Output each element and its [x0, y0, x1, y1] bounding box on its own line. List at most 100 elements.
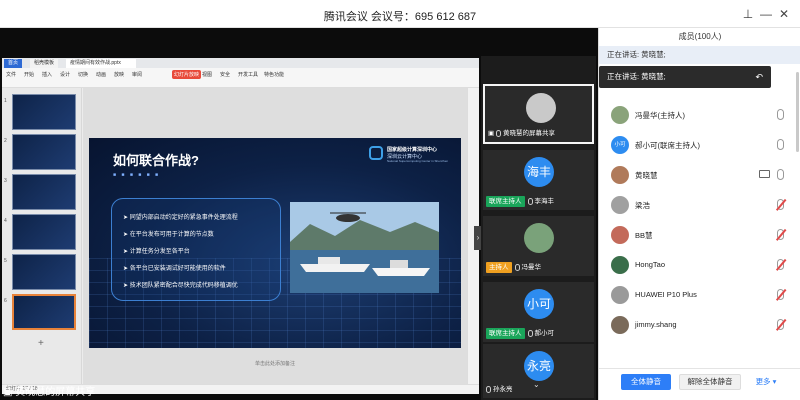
mic-muted-icon[interactable] [777, 199, 784, 210]
avatar: 小可 [524, 289, 554, 319]
avatar [611, 316, 629, 334]
thumb-number: 6 [4, 298, 7, 304]
menu-item-active[interactable]: 幻灯片放映 [172, 70, 202, 79]
tile-label: ▣ 黄晓慧的屏幕共享 [488, 129, 555, 137]
mic-muted-icon[interactable] [777, 319, 784, 330]
bullet-item: ➤ 在平台发布可用于计算的节点数 [123, 232, 214, 238]
mic-muted-icon[interactable] [777, 289, 784, 300]
member-row[interactable]: 小可 郝小可(联席主持人) [599, 132, 800, 158]
screen-share-icon: ▣ [3, 387, 13, 398]
notes-hint[interactable]: 单击此处添加备注 [83, 360, 467, 367]
chevron-down-icon[interactable]: ⌄ [533, 380, 540, 389]
avatar: 小可 [611, 136, 629, 154]
org-name: 国家超级计算深圳中心 [387, 147, 438, 153]
video-tile[interactable]: 海丰 联席主持人 李海丰 [483, 150, 594, 210]
close-icon[interactable]: ✕ [774, 4, 794, 24]
undo-icon[interactable]: ↶ [755, 66, 763, 88]
minimize-icon[interactable]: — [756, 4, 776, 24]
unmute-all-button[interactable]: 解除全体静音 [679, 374, 741, 390]
mic-muted-icon[interactable] [777, 229, 784, 240]
video-tile[interactable]: 小可 联席主持人 郝小可 [483, 282, 594, 342]
add-slide-icon[interactable]: + [38, 338, 44, 349]
menu-item[interactable]: 文件 [6, 71, 16, 78]
member-row[interactable]: HUAWEI P10 Plus [599, 282, 800, 308]
member-row[interactable]: 冯曼华(主持人) [599, 102, 800, 128]
role-badge: 主持人 [486, 262, 512, 273]
member-panel-title: 成员(100人) [678, 32, 722, 41]
avatar [611, 286, 629, 304]
member-row[interactable]: jimmy.shang [599, 312, 800, 338]
role-badge: 联席主持人 [486, 328, 525, 339]
member-panel-footer: 全体静音 解除全体静音 更多 ▾ [599, 368, 800, 400]
thumb-number: 1 [4, 98, 7, 104]
role-badge: 联席主持人 [486, 196, 525, 207]
mute-all-button[interactable]: 全体静音 [621, 374, 671, 390]
slide-thumbnail-selected[interactable] [12, 294, 76, 330]
menu-item[interactable]: 动画 [96, 71, 106, 78]
member-row[interactable]: HongTao [599, 252, 800, 278]
mic-icon[interactable] [777, 139, 784, 150]
ppt-tab[interactable]: 稻壳模板 [30, 59, 59, 68]
mic-icon[interactable] [777, 169, 784, 180]
ppt-tab[interactable]: 首页 [4, 59, 23, 68]
mic-icon[interactable] [777, 109, 784, 120]
speaking-indicator: 正在讲话: 黄晓慧; [599, 46, 800, 64]
video-tile-share[interactable]: ▣ 黄晓慧的屏幕共享 [483, 84, 594, 144]
slide: 如何联合作战? ■ ■ ■ ■ ■ ■ 国家超级计算深圳中心 深圳云计算中心 N… [89, 138, 461, 348]
screen-share-icon: ▣ [488, 130, 495, 137]
menu-item[interactable]: 放映 [114, 71, 124, 78]
member-name: jimmy.shang [635, 320, 677, 329]
mic-icon [514, 263, 520, 271]
menu-item[interactable]: 特色功能 [264, 71, 284, 78]
avatar: 海丰 [524, 157, 554, 187]
menu-item[interactable]: 安全 [220, 71, 230, 78]
member-row[interactable]: 梁浩 [599, 192, 800, 218]
video-tile[interactable]: 主持人 冯曼华 [483, 216, 594, 276]
shared-screen: 首页 稻壳模板 疫情期间有效作战.pptx 文件 开始 插入 设计 切换 动画 … [2, 58, 479, 394]
mic-icon [527, 329, 533, 337]
avatar [611, 226, 629, 244]
avatar: 永亮 [524, 351, 554, 381]
mic-muted-icon[interactable] [777, 259, 784, 270]
ppt-tab[interactable]: 疫情期间有效作战.pptx [66, 59, 136, 68]
menu-item[interactable]: 视图 [202, 71, 212, 78]
title-bar: 腾讯会议 会议号：695 612 687 ⊥ — ✕ [0, 0, 800, 28]
bullet-item: ➤ 同望内部启动约定好的紧急事件处理流程 [123, 215, 238, 221]
tile-label: 主持人 冯曼华 [486, 262, 541, 273]
menu-item[interactable]: 开发工具 [238, 71, 258, 78]
menu-item[interactable]: 切换 [78, 71, 88, 78]
ppt-ribbon: 文件 开始 插入 设计 切换 动画 放映 审阅 幻灯片放映 视图 安全 开发工具… [2, 68, 479, 88]
tile-label: 联席主持人 李海丰 [486, 196, 554, 207]
member-name: HongTao [635, 260, 666, 269]
screen-share-label: ▣ 黄晓慧的屏幕共享 [3, 387, 96, 398]
pin-icon[interactable]: ⊥ [738, 4, 758, 24]
member-name: BB慧 [635, 231, 653, 240]
member-name: 冯曼华(主持人) [635, 111, 685, 120]
menu-item[interactable]: 设计 [60, 71, 70, 78]
slide-thumbnail[interactable] [12, 214, 76, 250]
avatar [611, 166, 629, 184]
member-name: 梁浩 [635, 201, 650, 210]
slide-thumbnail[interactable] [12, 94, 76, 130]
member-row[interactable]: 黄晓慧 [599, 162, 800, 188]
member-row[interactable]: BB慧 [599, 222, 800, 248]
screen-share-icon [759, 170, 770, 178]
more-button[interactable]: 更多 ▾ [751, 374, 781, 390]
member-name: HUAWEI P10 Plus [635, 290, 697, 299]
avatar [611, 196, 629, 214]
menu-item[interactable]: 审阅 [132, 71, 142, 78]
video-list: ▣ 黄晓慧的屏幕共享 海丰 联席主持人 李海丰 主持人 冯曼华 小可 联席主持人 郝小… [481, 56, 596, 400]
bullet-item: ➤ 各平台已安装调试好可能使用的软件 [123, 266, 226, 272]
slide-thumbnail[interactable] [12, 174, 76, 210]
slide-thumbnail[interactable] [12, 134, 76, 170]
menu-item[interactable]: 插入 [42, 71, 52, 78]
slide-thumbnail[interactable] [12, 254, 76, 290]
video-tile[interactable]: 永亮 ⌄ 孙永亮 [483, 344, 594, 398]
menu-item[interactable]: 开始 [24, 71, 34, 78]
member-name: 黄晓慧 [635, 171, 658, 180]
thumb-number: 4 [4, 218, 7, 224]
thumb-number: 5 [4, 258, 7, 264]
bullet-item: ➤ 技术团队紧密配合尽快完成代码移植调优 [123, 283, 238, 289]
ppt-tab-strip: 首页 稻壳模板 疫情期间有效作战.pptx [2, 58, 479, 68]
tile-label: 联席主持人 郝小可 [486, 328, 554, 339]
